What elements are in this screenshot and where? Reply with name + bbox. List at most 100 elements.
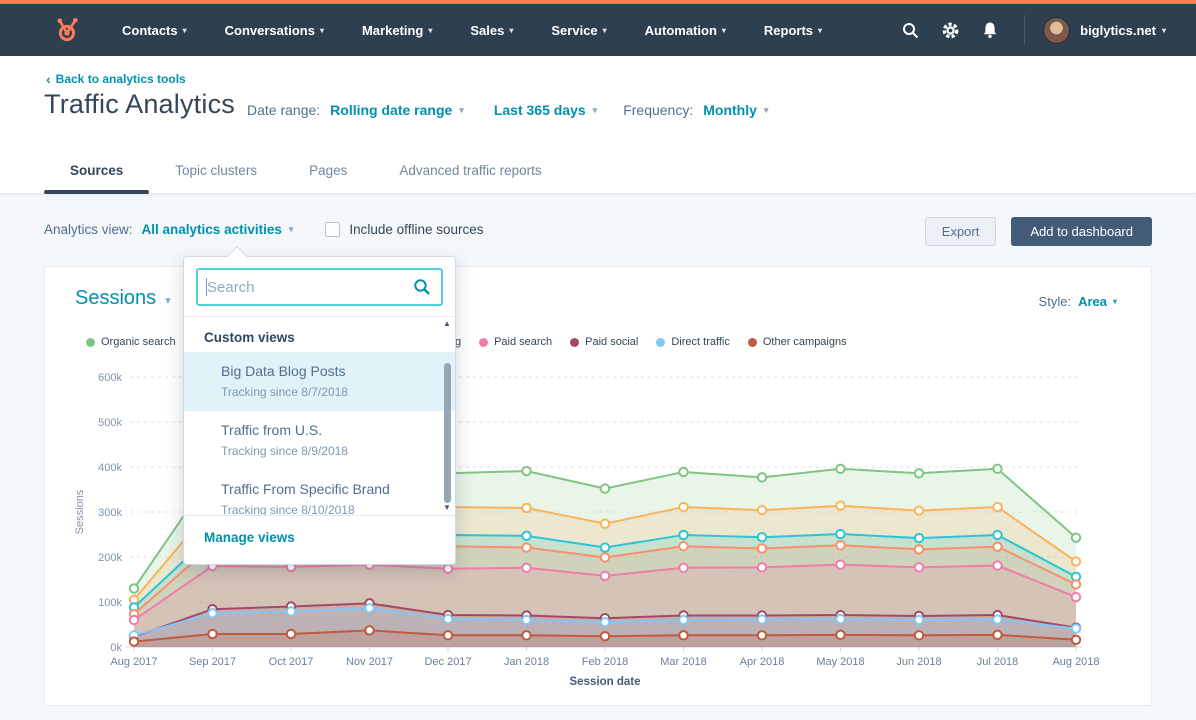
data-point-referrals[interactable] [993,503,1001,511]
data-point-direct-traffic[interactable] [915,616,923,624]
data-point-social-media[interactable] [679,531,687,539]
data-point-organic-search[interactable] [679,468,687,476]
data-point-referrals[interactable] [1072,557,1080,565]
nav-item-reports[interactable]: Reports▾ [764,23,822,38]
data-point-social-media[interactable] [836,530,844,538]
data-point-other-campaigns[interactable] [601,632,609,640]
data-point-referrals[interactable] [601,520,609,528]
data-point-paid-search[interactable] [130,616,138,624]
data-point-email-marketing[interactable] [836,541,844,549]
data-point-referrals[interactable] [522,504,530,512]
data-point-paid-search[interactable] [444,565,452,573]
notifications-bell-icon[interactable] [970,21,1010,39]
analytics-view-dropdown[interactable]: All analytics activities ▾ [142,222,294,237]
data-point-social-media[interactable] [522,532,530,540]
settings-gear-icon[interactable] [930,21,970,40]
data-point-social-media[interactable] [993,531,1001,539]
data-point-other-campaigns[interactable] [365,626,373,634]
nav-item-sales[interactable]: Sales▾ [470,23,513,38]
tab-sources[interactable]: Sources [44,150,149,194]
user-avatar[interactable] [1043,17,1070,44]
data-point-referrals[interactable] [915,506,923,514]
metric-selector[interactable]: Sessions ▾ [75,287,171,310]
date-range-type-dropdown[interactable]: Rolling date range ▾ [330,102,464,118]
legend-item-paid-social[interactable]: Paid social [570,336,638,348]
manage-views-link[interactable]: Manage views [204,530,295,545]
search-input[interactable] [196,268,443,306]
account-menu[interactable]: biglytics.net ▾ [1080,23,1166,38]
data-point-paid-search[interactable] [758,563,766,571]
data-point-direct-traffic[interactable] [365,604,373,612]
data-point-direct-traffic[interactable] [208,609,216,617]
data-point-referrals[interactable] [836,502,844,510]
data-point-other-campaigns[interactable] [208,630,216,638]
data-point-direct-traffic[interactable] [1072,624,1080,632]
data-point-other-campaigns[interactable] [130,637,138,645]
scroll-up-icon[interactable]: ▲ [443,320,451,328]
data-point-other-campaigns[interactable] [758,631,766,639]
data-point-organic-search[interactable] [758,473,766,481]
custom-view-traffic-from-u-s[interactable]: Traffic from U.S.Tracking since 8/9/2018 [184,411,455,470]
data-point-other-campaigns[interactable] [444,631,452,639]
data-point-referrals[interactable] [679,503,687,511]
data-point-direct-traffic[interactable] [444,615,452,623]
include-offline-sources-checkbox[interactable] [325,222,340,237]
legend-item-paid-search[interactable]: Paid search [479,336,552,348]
data-point-email-marketing[interactable] [679,542,687,550]
data-point-organic-search[interactable] [993,465,1001,473]
data-point-organic-search[interactable] [601,484,609,492]
data-point-paid-search[interactable] [1072,593,1080,601]
legend-item-organic-search[interactable]: Organic search [86,336,176,348]
data-point-organic-search[interactable] [130,584,138,592]
data-point-direct-traffic[interactable] [522,616,530,624]
tab-advanced-traffic-reports[interactable]: Advanced traffic reports [373,150,567,194]
data-point-organic-search[interactable] [836,465,844,473]
data-point-paid-search[interactable] [601,572,609,580]
tab-pages[interactable]: Pages [283,150,373,194]
data-point-organic-search[interactable] [522,467,530,475]
nav-item-conversations[interactable]: Conversations▾ [225,23,324,38]
export-button[interactable]: Export [925,217,997,246]
data-point-social-media[interactable] [758,533,766,541]
data-point-other-campaigns[interactable] [679,631,687,639]
custom-view-traffic-from-specific-brand[interactable]: Traffic From Specific BrandTracking sinc… [184,470,455,515]
data-point-paid-search[interactable] [993,561,1001,569]
data-point-direct-traffic[interactable] [287,607,295,615]
hubspot-logo-icon[interactable] [54,14,82,46]
scrollbar-thumb[interactable] [444,363,451,503]
data-point-email-marketing[interactable] [522,543,530,551]
data-point-email-marketing[interactable] [993,542,1001,550]
data-point-referrals[interactable] [758,506,766,514]
nav-item-automation[interactable]: Automation▾ [645,23,726,38]
data-point-email-marketing[interactable] [601,553,609,561]
nav-item-marketing[interactable]: Marketing▾ [362,23,432,38]
add-to-dashboard-button[interactable]: Add to dashboard [1011,217,1152,246]
data-point-other-campaigns[interactable] [993,631,1001,639]
data-point-organic-search[interactable] [915,469,923,477]
data-point-other-campaigns[interactable] [836,631,844,639]
data-point-direct-traffic[interactable] [601,618,609,626]
search-icon[interactable] [890,22,930,39]
back-to-analytics-link[interactable]: ‹ Back to analytics tools [46,72,186,86]
data-point-organic-search[interactable] [1072,533,1080,541]
date-range-value-dropdown[interactable]: Last 365 days ▾ [494,102,597,118]
custom-view-big-data-blog-posts[interactable]: Big Data Blog PostsTracking since 8/7/20… [184,352,455,411]
frequency-dropdown[interactable]: Monthly ▾ [703,102,768,118]
legend-item-direct-traffic[interactable]: Direct traffic [656,336,729,348]
data-point-direct-traffic[interactable] [758,615,766,623]
data-point-other-campaigns[interactable] [1072,636,1080,644]
tab-topic-clusters[interactable]: Topic clusters [149,150,283,194]
data-point-email-marketing[interactable] [758,544,766,552]
data-point-direct-traffic[interactable] [836,615,844,623]
data-point-paid-search[interactable] [915,563,923,571]
data-point-other-campaigns[interactable] [522,631,530,639]
scroll-down-icon[interactable]: ▼ [443,504,451,512]
nav-item-contacts[interactable]: Contacts▾ [122,23,187,38]
data-point-direct-traffic[interactable] [993,615,1001,623]
data-point-other-campaigns[interactable] [915,631,923,639]
data-point-other-campaigns[interactable] [287,630,295,638]
data-point-social-media[interactable] [915,534,923,542]
data-point-paid-search[interactable] [836,560,844,568]
nav-item-service[interactable]: Service▾ [551,23,606,38]
data-point-email-marketing[interactable] [1072,580,1080,588]
